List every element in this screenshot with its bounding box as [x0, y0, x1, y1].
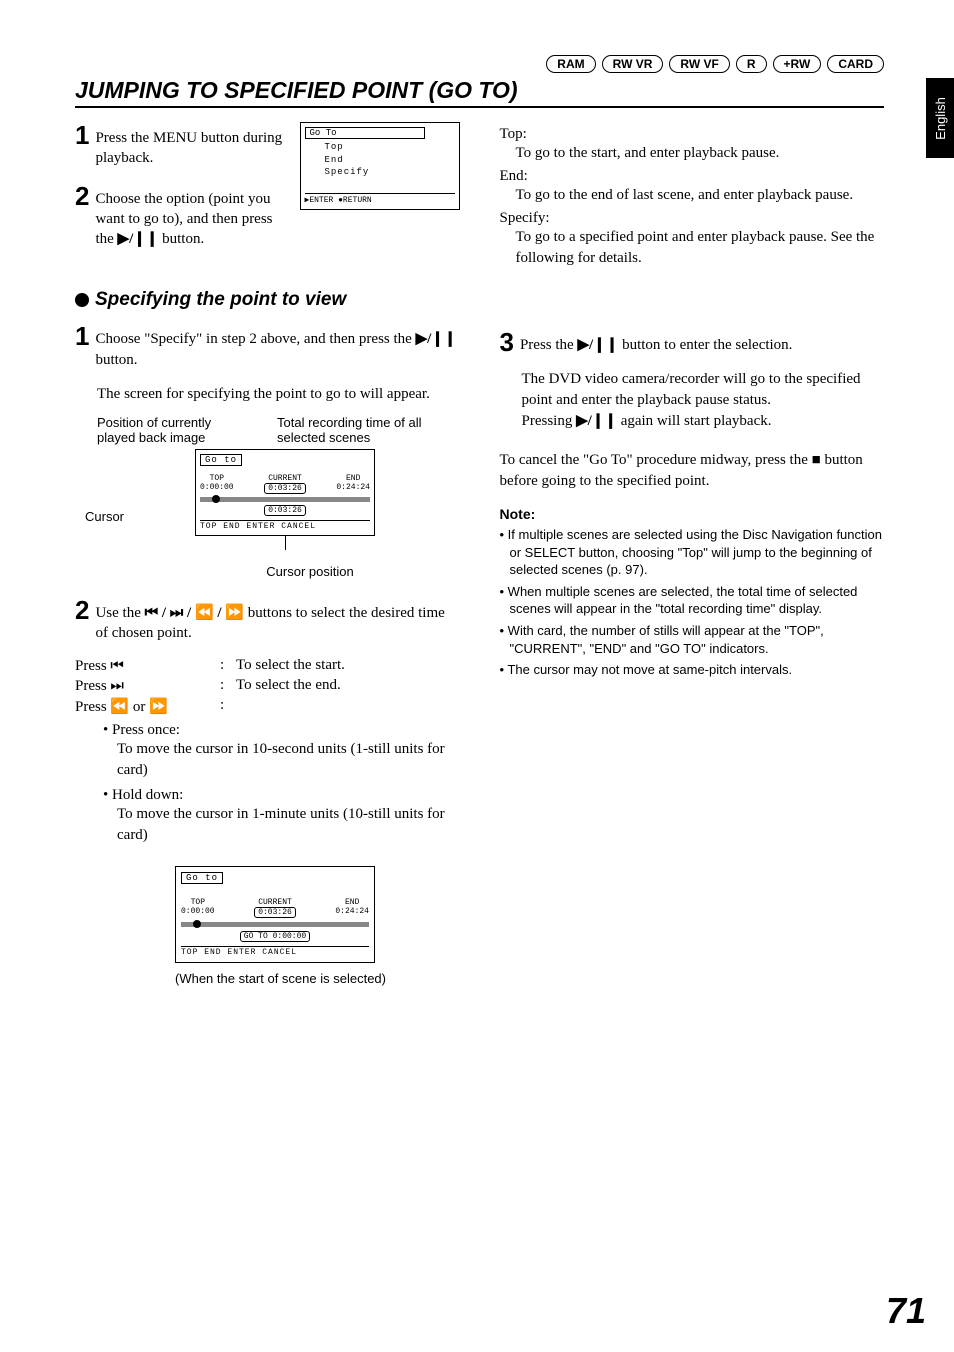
page-number: 71 — [886, 1290, 926, 1332]
badge-ram: RAM — [546, 55, 595, 73]
fig2-bottom-bar: TOP END ENTER CANCEL — [200, 520, 370, 531]
label-total-time: Total recording time of all selected sce… — [277, 415, 437, 445]
fig2-title: Go to — [200, 454, 242, 466]
spec-step2-a: Use the — [95, 605, 144, 621]
fig2-current-label: CURRENT — [268, 474, 302, 483]
step3-desc: The DVD video camera/recorder will go to… — [522, 369, 885, 411]
sub-press-once: • Press once: — [103, 722, 460, 739]
figure-goto-timeline: Go to TOP0:00:00 CURRENT0:03:26 END0:24:… — [195, 449, 375, 536]
press-next-key: Press ⏭ — [75, 677, 220, 695]
sub-hold-down-detail: To move the cursor in 1-minute units (10… — [117, 804, 460, 846]
fig2-progress-bar — [200, 497, 370, 502]
spec-step1-a: Choose "Specify" in step 2 above, and th… — [95, 331, 415, 347]
fig3-goto-value: GO TO 0:00:00 — [240, 931, 310, 942]
play-pause-icon: ▶/❙❙ — [576, 413, 617, 429]
fig1-item-top: Top — [305, 141, 455, 154]
figure-goto-start: Go to TOP0:00:00 CURRENT0:03:26 END0:24:… — [175, 866, 375, 963]
spec-step1-b: button. — [95, 352, 137, 368]
press-prev-key: Press ⏮ — [75, 657, 220, 675]
press-prev-value: To select the start. — [236, 657, 345, 675]
note-item: The cursor may not move at same-pitch in… — [510, 661, 885, 679]
spec-step1-desc: The screen for specifying the point to g… — [97, 384, 460, 405]
fig2-cursor-value: 0:03:26 — [264, 505, 306, 516]
sub-hold-down: • Hold down: — [103, 787, 460, 804]
fig1-item-end: End — [305, 154, 455, 167]
fig3-end-label: END — [345, 898, 359, 907]
def-top-value: To go to the start, and enter playback p… — [516, 143, 885, 164]
subheading-specifying: Specifying the point to view — [95, 289, 346, 311]
label-position: Position of currently played back image — [97, 415, 247, 445]
spec-step-number-1: 1 — [75, 323, 89, 349]
step-number-2: 2 — [75, 183, 89, 209]
play-pause-icon: ▶/❙❙ — [577, 337, 618, 353]
nav-buttons-icon: ⏮ / ⏭ / ⏪ / ⏩ — [145, 605, 244, 621]
bullet-icon — [75, 293, 89, 307]
fig3-top-label: TOP — [191, 898, 205, 907]
badge-card: CARD — [827, 55, 884, 73]
fig1-item-specify: Specify — [305, 166, 455, 179]
fig3-bottom-bar: TOP END ENTER CANCEL — [181, 946, 369, 957]
fig2-end-label: END — [346, 474, 360, 483]
note-item: When multiple scenes are selected, the t… — [510, 583, 885, 618]
step3-text-a: Press the — [520, 337, 578, 353]
fig3-top-value: 0:00:00 — [181, 907, 215, 916]
fig3-current-label: CURRENT — [258, 898, 292, 907]
step1-text: Press the MENU button during playback. — [95, 122, 291, 169]
fig2-top-value: 0:00:00 — [200, 483, 234, 492]
press-next-value: To select the end. — [236, 677, 341, 695]
fig3-current-value: 0:03:26 — [254, 907, 296, 918]
cancel-text-a: To cancel the "Go To" procedure midway, … — [500, 452, 812, 468]
press-rw-ff-key: Press ⏪ or ⏩ — [75, 697, 220, 716]
fig2-end-value: 0:24:24 — [336, 483, 370, 492]
fig1-title: Go To — [305, 127, 425, 139]
def-specify-value: To go to a specified point and enter pla… — [516, 227, 885, 269]
fig3-caption: (When the start of scene is selected) — [175, 971, 460, 986]
play-pause-icon: ▶/❙❙ — [118, 231, 159, 247]
spec-step-number-2: 2 — [75, 597, 89, 623]
fig3-title: Go to — [181, 872, 223, 884]
step3-text-b: button to enter the selection. — [618, 337, 792, 353]
def-top-key: Top: — [500, 126, 885, 143]
label-cursor: Cursor — [85, 509, 124, 524]
step3-desc2-a: Pressing — [522, 413, 577, 429]
step2-text-b: button. — [158, 231, 204, 247]
badge-rwvf: RW VF — [669, 55, 729, 73]
badge-rwvr: RW VR — [602, 55, 664, 73]
note-item: If multiple scenes are selected using th… — [510, 526, 885, 579]
step-number-1: 1 — [75, 122, 89, 148]
def-end-key: End: — [500, 168, 885, 185]
badge-r: R — [736, 55, 767, 73]
page-title: JUMPING TO SPECIFIED POINT (GO TO) — [75, 77, 884, 108]
def-specify-key: Specify: — [500, 210, 885, 227]
fig2-top-label: TOP — [210, 474, 224, 483]
note-heading: Note: — [500, 506, 885, 522]
step-number-3: 3 — [500, 329, 514, 355]
stop-icon: ■ — [812, 452, 821, 468]
note-item: With card, the number of stills will app… — [510, 622, 885, 657]
figure-goto-menu: Go To Top End Specify ▶ENTER ●RETURN — [300, 122, 460, 210]
fig1-bottom-left: ▶ENTER ●RETURN — [305, 195, 372, 205]
fig3-progress-bar — [181, 922, 369, 927]
def-end-value: To go to the end of last scene, and ente… — [516, 185, 885, 206]
media-badges: RAM RW VR RW VF R +RW CARD — [75, 55, 884, 73]
fig3-end-value: 0:24:24 — [335, 907, 369, 916]
step3-desc2-b: again will start playback. — [617, 413, 772, 429]
sub-press-once-detail: To move the cursor in 10-second units (1… — [117, 739, 460, 781]
badge-plusrw: +RW — [773, 55, 822, 73]
fig2-current-value: 0:03:26 — [264, 483, 306, 494]
play-pause-icon: ▶/❙❙ — [416, 331, 457, 347]
label-cursor-position: Cursor position — [195, 564, 425, 579]
